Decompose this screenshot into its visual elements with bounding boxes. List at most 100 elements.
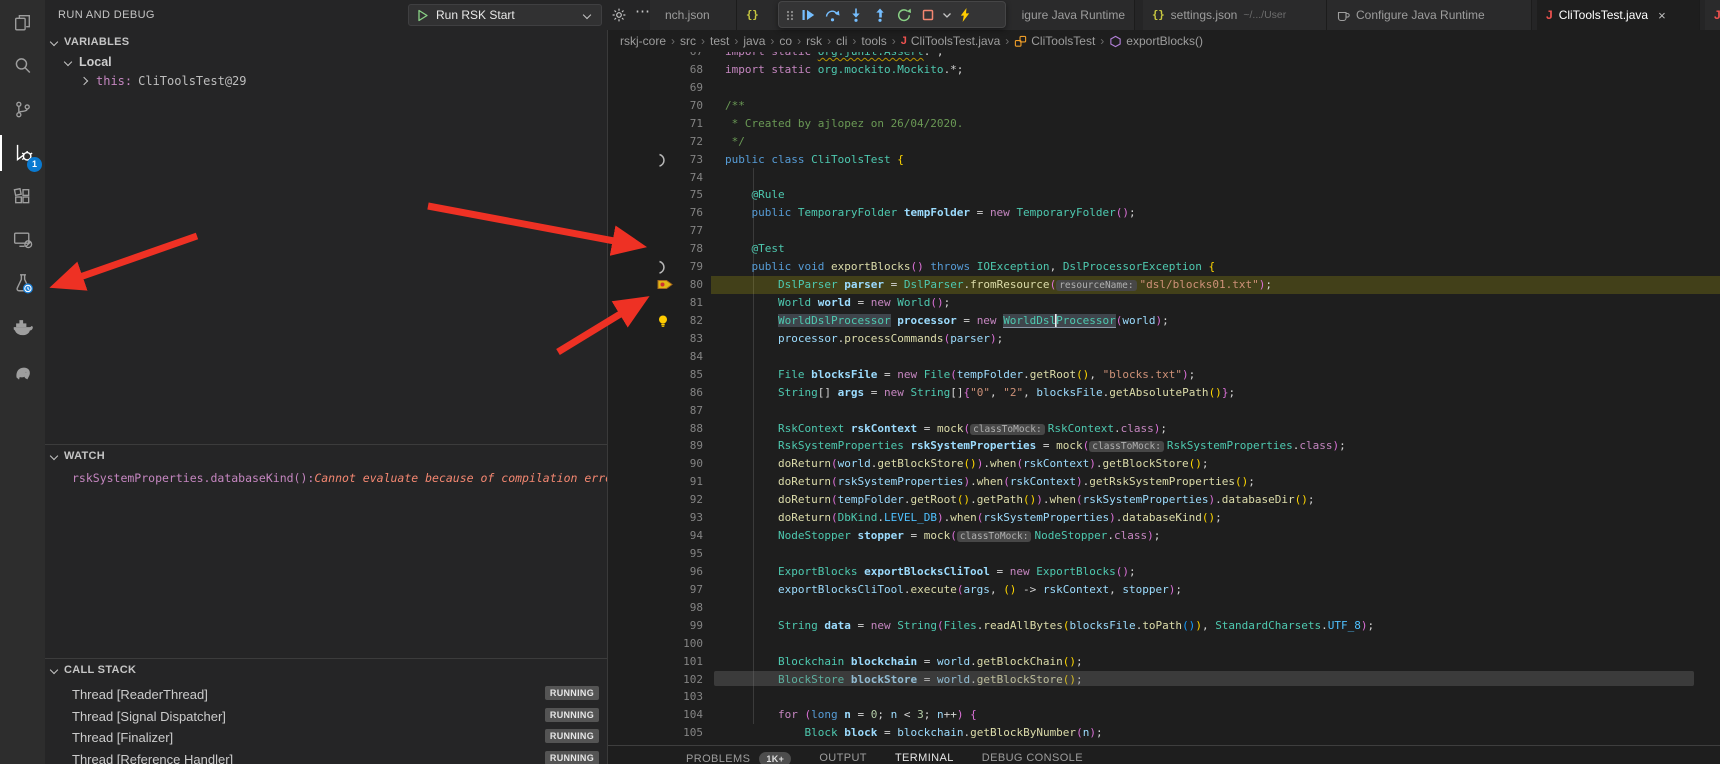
line-number: 76 [607, 204, 703, 222]
breadcrumb-item-tools[interactable]: tools [861, 34, 886, 48]
line-number: 70 [607, 97, 703, 115]
variables-section-header[interactable]: VARIABLES [45, 32, 607, 52]
variables-scope-local[interactable]: Local [45, 52, 607, 71]
breadcrumb-item-test[interactable]: test [710, 34, 729, 48]
lightbulb-icon[interactable] [657, 314, 669, 329]
tab-nch.json[interactable]: nch.json [650, 0, 737, 30]
call-stack-thread-row[interactable]: Thread [ReaderThread]RUNNING [45, 684, 607, 705]
activity-bar-item-search[interactable] [0, 44, 45, 88]
code-line-68: 68import static org.mockito.Mockito.*; [607, 61, 1720, 79]
activity-bar-item-extensions[interactable] [0, 174, 45, 218]
hot-code-replace-button[interactable] [953, 3, 977, 27]
watch-section-header[interactable]: WATCH [45, 446, 607, 466]
line-number: 74 [607, 169, 703, 187]
breadcrumb-item-CliToolsTest[interactable]: CliToolsTest [1014, 34, 1095, 48]
activity-bar-item-docker[interactable] [0, 305, 45, 349]
watch-expression-row[interactable]: rskSystemProperties.databaseKind(): Cann… [45, 468, 607, 487]
activity-bar-item-gradle[interactable] [0, 348, 45, 392]
line-number: 102 [607, 671, 703, 689]
step-over-button[interactable] [820, 3, 844, 27]
code-line-81: 81 World world = new World(); [607, 294, 1720, 312]
stop-menu-button[interactable] [940, 3, 953, 27]
breadcrumb-label: tools [861, 34, 886, 48]
panel-tab-output[interactable]: OUTPUT [819, 752, 867, 764]
line-number: 100 [607, 635, 703, 653]
code-line-67: 67import static org.junit.Assert.*; [607, 52, 1720, 61]
horizontal-scrollbar[interactable] [714, 671, 1694, 686]
breadcrumb-separator: › [770, 34, 774, 48]
section-divider [45, 444, 607, 445]
chevron-down-icon [583, 11, 591, 19]
call-stack-thread-row[interactable]: Thread [Finalizer]RUNNING [45, 727, 607, 748]
gear-icon[interactable] [611, 7, 627, 28]
code-text: String data = new String(Files.readAllBy… [725, 617, 1374, 635]
breadcrumb-item-rskj-core[interactable]: rskj-core [620, 34, 666, 48]
code-text: public class CliToolsTest { [725, 151, 904, 169]
breadcrumb-item-src[interactable]: src [680, 34, 696, 48]
line-number: 89 [607, 437, 703, 455]
line-number: 91 [607, 473, 703, 491]
line-number: 96 [607, 563, 703, 581]
tab-Configure Java Runtime[interactable]: Configure Java Runtime [1327, 0, 1532, 30]
code-text: */ [725, 133, 745, 151]
launch-config-label: Run RSK Start [436, 8, 515, 22]
line-number: 75 [607, 186, 703, 204]
activity-bar-item-source-control[interactable] [0, 87, 45, 131]
watch-error-message: Cannot evaluate because of compilation e… [314, 471, 607, 485]
close-icon[interactable]: × [1658, 8, 1666, 23]
call-stack-thread-row[interactable]: Thread [Reference Handler]RUNNING [45, 749, 607, 764]
activity-bar-item-testing[interactable] [0, 261, 45, 305]
class-symbol-icon [1014, 35, 1027, 48]
step-into-button[interactable] [844, 3, 868, 27]
line-number: 99 [607, 617, 703, 635]
step-out-button[interactable] [868, 3, 892, 27]
line-number: 73 [607, 151, 703, 169]
variable-this[interactable]: this:CliToolsTest@29 [45, 71, 607, 90]
panel-tab-terminal[interactable]: TERMINAL [895, 752, 954, 764]
tab-CliToolsTest.java[interactable]: JCliToolsTest.java× [1537, 0, 1700, 30]
code-editor[interactable]: 67import static org.junit.Assert.*;68imp… [607, 52, 1720, 745]
thread-name: Thread [ReaderThread] [72, 687, 208, 702]
code-line-87: 87 [607, 402, 1720, 420]
sidebar-resize-sash[interactable] [607, 0, 608, 764]
line-number: 98 [607, 599, 703, 617]
activity-bar-item-explorer[interactable] [0, 0, 45, 44]
breadcrumb-item-java[interactable]: java [743, 34, 765, 48]
line-number: 90 [607, 455, 703, 473]
activity-bar-item-remote-explorer[interactable] [0, 218, 45, 262]
debug-toolbar-drag-grip[interactable] [783, 3, 796, 27]
activity-bar-item-run-and-debug[interactable]: 1 [0, 131, 45, 175]
variable-value: CliToolsTest@29 [138, 74, 246, 88]
stop-button[interactable] [916, 3, 940, 27]
more-actions-icon[interactable]: ⋯ [635, 2, 650, 20]
debug-toolbar [778, 1, 1006, 28]
breadcrumb-item-cli[interactable]: cli [836, 34, 847, 48]
chevron-right-icon [80, 76, 88, 84]
code-text: @Test [725, 240, 785, 258]
panel-tab-debug-console[interactable]: DEBUG CONSOLE [982, 752, 1083, 764]
code-text: DslParser parser = DslParser.fromResourc… [725, 276, 1272, 295]
restart-button[interactable] [892, 3, 916, 27]
breadcrumb-item-CliToolsTest.java[interactable]: JCliToolsTest.java [901, 34, 1001, 48]
code-text: for (long n = 0; n < 3; n++) { [725, 706, 977, 724]
breadcrumb-label: CliToolsTest [1031, 34, 1095, 48]
tab-java-file[interactable]: J [1705, 0, 1720, 30]
launch-config-dropdown[interactable]: Run RSK Start [408, 4, 602, 26]
code-line-85: 85 File blocksFile = new File(tempFolder… [607, 366, 1720, 384]
call-stack-section-header[interactable]: CALL STACK [45, 660, 607, 680]
breadcrumb-label: java [743, 34, 765, 48]
breadcrumb-item-exportBlocks()[interactable]: exportBlocks() [1109, 34, 1203, 48]
line-number: 88 [607, 420, 703, 438]
extensions-icon [11, 185, 34, 208]
panel-tab-label: TERMINAL [895, 752, 954, 764]
call-stack-thread-row[interactable]: Thread [Signal Dispatcher]RUNNING [45, 706, 607, 727]
code-text: public TemporaryFolder tempFolder = new … [725, 204, 1136, 222]
continue-button[interactable] [796, 3, 820, 27]
breadcrumb-item-co[interactable]: co [779, 34, 792, 48]
code-text: World world = new World(); [725, 294, 950, 312]
panel-tab-problems[interactable]: PROBLEMS1K+ [686, 752, 791, 764]
breadcrumb-item-rsk[interactable]: rsk [806, 34, 822, 48]
tab-label: nch.json [665, 8, 710, 22]
gradle-icon [11, 358, 35, 382]
tab-settings.json[interactable]: {}settings.json~/.../User [1143, 0, 1327, 30]
